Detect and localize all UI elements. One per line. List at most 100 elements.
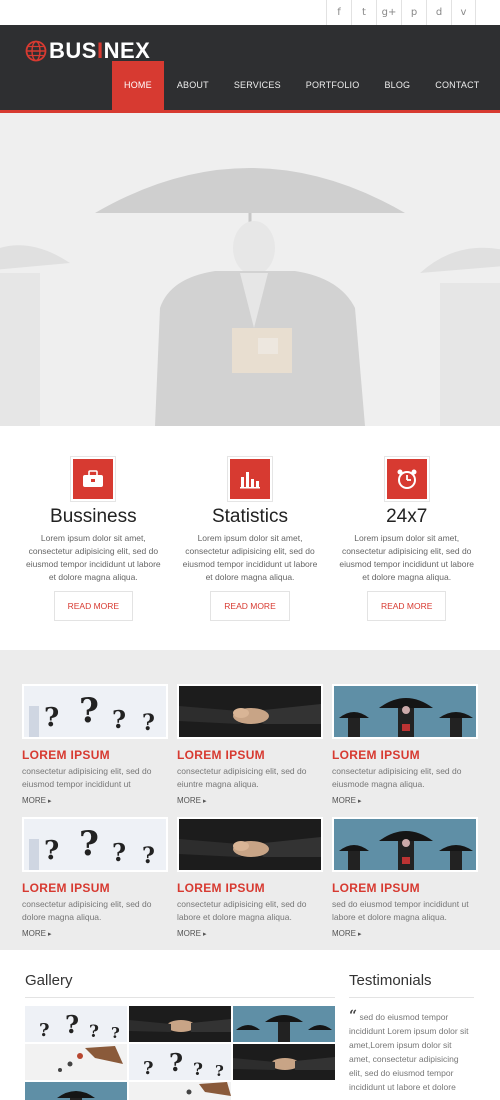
- nav-contact[interactable]: CONTACT: [423, 61, 491, 110]
- portfolio-thumbnail-umbrellas[interactable]: [332, 817, 478, 872]
- portfolio-text: consectetur adipisicing elit, sed do eiu…: [22, 766, 152, 789]
- svg-text:?: ?: [169, 1048, 183, 1077]
- portfolio-text: consectetur adipisicing elit, sed do eiu…: [177, 766, 307, 789]
- more-link[interactable]: MORE: [332, 929, 478, 938]
- portfolio-item: LOREM IPSUM consectetur adipisicing elit…: [177, 817, 323, 938]
- bar-chart-icon: [227, 456, 273, 502]
- top-bar: f t g+ p d v: [0, 0, 500, 25]
- portfolio-thumbnail-handshake[interactable]: [177, 684, 323, 739]
- globe-icon: [25, 40, 47, 62]
- gallery: Gallery ???? ????: [25, 972, 335, 1100]
- gallery-image[interactable]: [25, 1082, 127, 1100]
- read-more-button[interactable]: READ MORE: [53, 591, 134, 621]
- portfolio-title[interactable]: LOREM IPSUM: [332, 748, 478, 762]
- feature-text: Lorem ipsum dolor sit amet, consectetur …: [339, 533, 475, 582]
- svg-text:?: ?: [89, 1022, 99, 1042]
- hero-banner: [0, 113, 500, 426]
- twitter-icon[interactable]: t: [351, 0, 376, 25]
- svg-text:?: ?: [79, 691, 99, 731]
- portfolio-title[interactable]: LOREM IPSUM: [22, 748, 168, 762]
- more-link[interactable]: MORE: [22, 929, 168, 938]
- svg-text:?: ?: [142, 710, 155, 736]
- svg-text:?: ?: [143, 1058, 154, 1079]
- portfolio-thumbnail-question-marks[interactable]: ????: [22, 817, 168, 872]
- svg-text:?: ?: [39, 1020, 50, 1041]
- portfolio-row: ???? LOREM IPSUM consectetur adipisicing…: [22, 817, 478, 938]
- gallery-image[interactable]: [233, 1044, 335, 1080]
- feature-text: Lorem ipsum dolor sit amet, consectetur …: [26, 533, 161, 582]
- features-section: Bussiness Lorem ipsum dolor sit amet, co…: [0, 426, 500, 650]
- portfolio-text: consectetur adipisicing elit, sed do eiu…: [332, 766, 462, 789]
- main-nav: HOME ABOUT SERVICES PORTFOLIO BLOG CONTA…: [112, 61, 491, 110]
- feature-text: Lorem ipsum dolor sit amet, consectetur …: [182, 533, 318, 582]
- feature-title: 24x7: [386, 506, 428, 527]
- nav-portfolio[interactable]: PORTFOLIO: [294, 61, 372, 110]
- gallery-image[interactable]: ????: [129, 1044, 231, 1080]
- testimonials: Testimonials “ sed do eiusmod tempor inc…: [349, 972, 474, 1100]
- svg-text:?: ?: [112, 838, 126, 867]
- briefcase-icon: [70, 456, 117, 502]
- portfolio-title[interactable]: LOREM IPSUM: [332, 881, 478, 895]
- portfolio-title[interactable]: LOREM IPSUM: [177, 748, 323, 762]
- portfolio-row: ???? LOREM IPSUM consectetur adipisicing…: [22, 684, 478, 805]
- more-link[interactable]: MORE: [22, 796, 168, 805]
- feature-business: Bussiness Lorem ipsum dolor sit amet, co…: [15, 426, 172, 650]
- svg-text:?: ?: [79, 824, 99, 864]
- portfolio-item: LOREM IPSUM sed do eiusmod tempor incidi…: [332, 817, 478, 938]
- portfolio-item: ???? LOREM IPSUM consectetur adipisicing…: [22, 817, 168, 938]
- svg-text:?: ?: [193, 1060, 203, 1080]
- more-link[interactable]: MORE: [177, 929, 323, 938]
- portfolio-text: consectetur adipisicing elit, sed do dol…: [22, 899, 152, 922]
- portfolio-title[interactable]: LOREM IPSUM: [177, 881, 323, 895]
- header: BUSINEX HOME ABOUT SERVICES PORTFOLIO BL…: [0, 25, 500, 113]
- pinterest-icon[interactable]: p: [401, 0, 426, 25]
- portfolio-text: consectetur adipisicing elit, sed do lab…: [177, 899, 307, 922]
- more-link[interactable]: MORE: [332, 796, 478, 805]
- portfolio-thumbnail-handshake[interactable]: [177, 817, 323, 872]
- facebook-icon[interactable]: f: [326, 0, 351, 25]
- svg-text:?: ?: [142, 843, 155, 869]
- gallery-title: Gallery: [25, 972, 335, 998]
- nav-blog[interactable]: BLOG: [372, 61, 422, 110]
- portfolio-item: ???? LOREM IPSUM consectetur adipisicing…: [22, 684, 168, 805]
- portfolio-title[interactable]: LOREM IPSUM: [22, 881, 168, 895]
- google-plus-icon[interactable]: g+: [376, 0, 401, 25]
- more-link[interactable]: MORE: [177, 796, 323, 805]
- gallery-image[interactable]: ????: [25, 1006, 127, 1042]
- nav-services[interactable]: SERVICES: [222, 61, 293, 110]
- svg-text:?: ?: [44, 836, 59, 866]
- social-links: f t g+ p d v: [326, 0, 476, 25]
- portfolio-section: ???? LOREM IPSUM consectetur adipisicing…: [0, 650, 500, 950]
- vimeo-icon[interactable]: v: [451, 0, 476, 25]
- feature-statistics: Statistics Lorem ipsum dolor sit amet, c…: [172, 426, 329, 650]
- testimonials-title: Testimonials: [349, 972, 474, 998]
- portfolio-thumbnail-umbrellas[interactable]: [332, 684, 478, 739]
- gallery-image[interactable]: [233, 1006, 335, 1042]
- gallery-image[interactable]: [25, 1044, 127, 1080]
- portfolio-text: sed do eiusmod tempor incididunt ut labo…: [332, 899, 469, 922]
- nav-about[interactable]: ABOUT: [165, 61, 221, 110]
- feature-title: Bussiness: [50, 506, 137, 527]
- feature-24x7: 24x7 Lorem ipsum dolor sit amet, consect…: [328, 426, 485, 650]
- nav-home[interactable]: HOME: [112, 61, 164, 110]
- gallery-image[interactable]: [129, 1082, 231, 1100]
- testimonial-text: sed do eiusmod tempor incididunt Lorem i…: [349, 1012, 469, 1092]
- gallery-grid: ???? ????: [25, 1006, 335, 1100]
- portfolio-item: LOREM IPSUM consectetur adipisicing elit…: [177, 684, 323, 805]
- dribbble-icon[interactable]: d: [426, 0, 451, 25]
- svg-text:?: ?: [111, 1024, 120, 1042]
- bottom-section: Gallery ???? ???? Testimonials “ sed do …: [0, 950, 500, 1100]
- svg-text:?: ?: [215, 1062, 224, 1080]
- read-more-button[interactable]: READ MORE: [366, 591, 447, 621]
- svg-text:?: ?: [44, 703, 59, 733]
- portfolio-item: LOREM IPSUM consectetur adipisicing elit…: [332, 684, 478, 805]
- alarm-clock-icon: [383, 456, 430, 502]
- testimonial-quote: “ sed do eiusmod tempor incididunt Lorem…: [349, 1009, 474, 1094]
- read-more-button[interactable]: READ MORE: [210, 591, 290, 621]
- portfolio-thumbnail-question-marks[interactable]: ????: [22, 684, 168, 739]
- svg-text:?: ?: [112, 705, 126, 734]
- hero-umbrella-image: [0, 113, 500, 426]
- svg-text:?: ?: [65, 1010, 79, 1039]
- feature-title: Statistics: [211, 506, 289, 527]
- gallery-image[interactable]: [129, 1006, 231, 1042]
